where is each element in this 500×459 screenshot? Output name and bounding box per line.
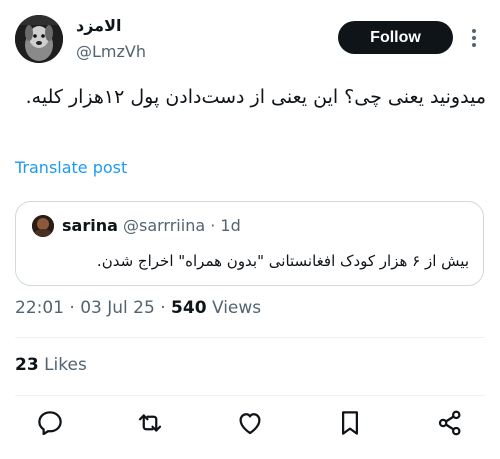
views-count: 540 [171,298,207,318]
more-vertical-icon[interactable] [466,26,482,50]
bookmark-icon[interactable] [335,408,365,438]
tweet-header: الامزد @LmzVh Follow [0,0,500,76]
quoted-separator: · [210,216,216,235]
action-bar [0,408,500,448]
meta-separator: · [160,298,166,318]
quoted-author-name: sarina [62,216,118,235]
author-name[interactable]: الامزد [76,16,121,35]
follow-button[interactable]: Follow [338,21,453,54]
quoted-tweet[interactable]: sarina @sarrriina · 1d بیش از ۶ هزار کود… [15,201,484,286]
post-date[interactable]: 03 Jul 25 [80,298,155,318]
translate-post-link[interactable]: Translate post [15,158,127,177]
quoted-time: 1d [220,216,241,235]
tweet-text: میدونید یعنی چی؟ این یعنی از دست‌دادن پو… [25,86,486,108]
divider [15,395,485,396]
quoted-author-avatar [32,215,54,237]
quoted-header: sarina @sarrriina · 1d [62,216,241,235]
quoted-author-handle: @sarrriina [122,216,206,235]
repost-icon[interactable] [135,408,165,438]
meta-separator: · [69,298,75,318]
likes-label: Likes [44,355,87,375]
dog-photo-avatar [15,15,63,63]
views-label: Views [211,298,262,318]
likes-count: 23 [15,355,39,375]
like-icon[interactable] [235,408,265,438]
reply-icon[interactable] [35,408,65,438]
quoted-text: بیش از ۶ هزار کودک افغانستانی "بدون همرا… [96,252,469,270]
author-avatar[interactable] [15,15,63,63]
author-handle[interactable]: @LmzVh [76,42,146,61]
likes-summary[interactable]: 23 Likes [15,355,87,375]
tweet-meta: 22:01 · 03 Jul 25 · 540 Views [15,298,261,318]
divider [15,337,485,338]
share-icon[interactable] [435,408,465,438]
post-time[interactable]: 22:01 [15,298,64,318]
